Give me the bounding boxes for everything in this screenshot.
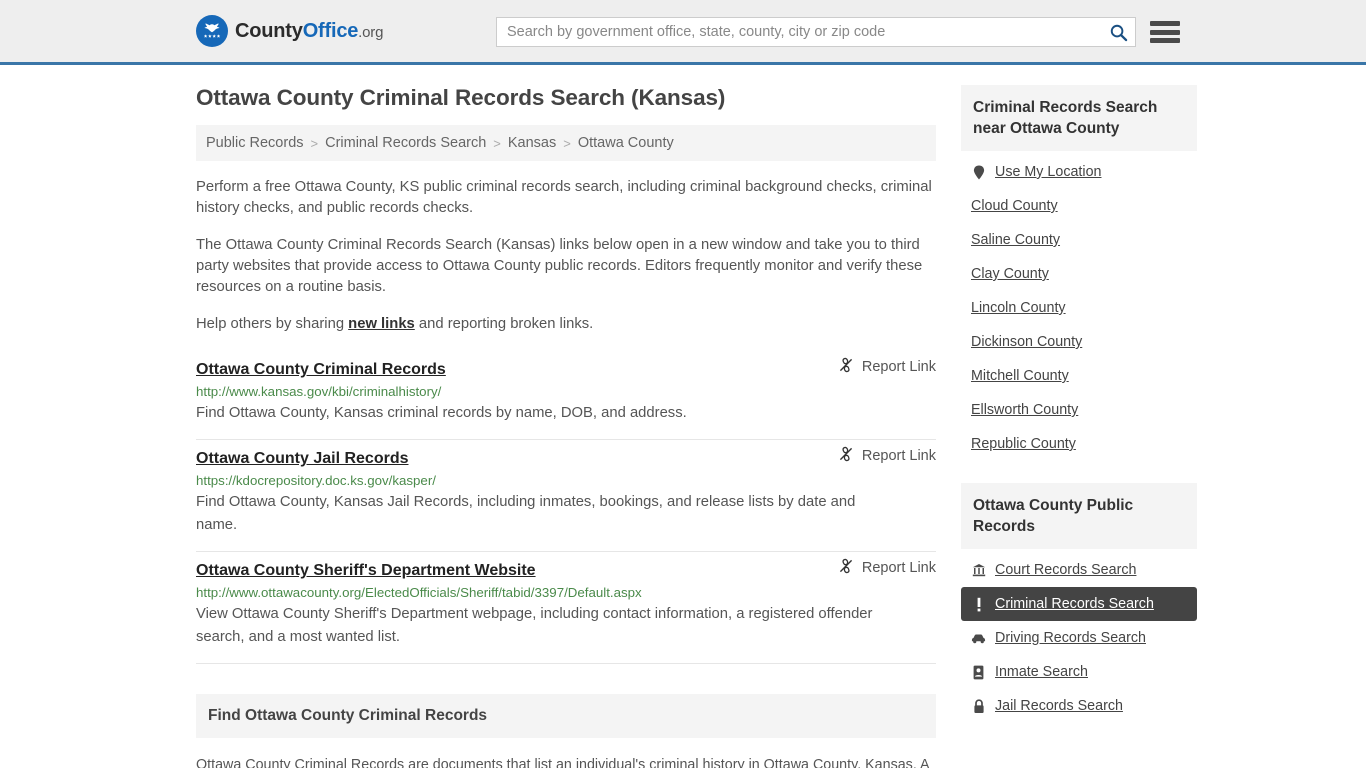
- sidebar-county-clay[interactable]: Clay County: [961, 257, 1197, 291]
- sidebar-item-criminal-records-search[interactable]: Criminal Records Search: [961, 587, 1197, 621]
- use-my-location-link[interactable]: Use My Location: [961, 155, 1197, 189]
- sidebar-public-records-heading: Ottawa County Public Records: [961, 483, 1197, 549]
- map-pin-icon: [971, 165, 986, 180]
- search-icon[interactable]: [1101, 18, 1135, 46]
- result-url: http://www.kansas.gov/kbi/criminalhistor…: [196, 384, 442, 399]
- menu-bar-2: [1150, 29, 1180, 35]
- logo-text-office: Office: [302, 19, 359, 42]
- result-url: https://kdocrepository.doc.ks.gov/kasper…: [196, 473, 436, 488]
- car-icon: [971, 633, 986, 644]
- page-title: Ottawa County Criminal Records Search (K…: [196, 85, 726, 110]
- result-title-link[interactable]: Ottawa County Jail Records: [196, 450, 409, 468]
- results-list: Ottawa County Criminal Records http://ww…: [196, 357, 936, 664]
- sidebar-county-saline[interactable]: Saline County: [961, 223, 1197, 257]
- hamburger-menu-icon[interactable]: [1148, 18, 1182, 46]
- result-description: Find Ottawa County, Kansas criminal reco…: [196, 405, 687, 421]
- sidebar-county-cloud[interactable]: Cloud County: [961, 189, 1197, 223]
- breadcrumb-separator: >: [563, 135, 571, 151]
- sidebar-public-records-links: Court Records Search Criminal Records Se…: [961, 549, 1197, 723]
- eagle-seal-icon: [196, 15, 228, 47]
- breadcrumb-separator: >: [493, 135, 501, 151]
- sidebar-item-court-records-search[interactable]: Court Records Search: [961, 553, 1197, 587]
- intro-paragraph-2: The Ottawa County Criminal Records Searc…: [196, 237, 923, 295]
- share-text-before: Help others by sharing: [196, 316, 349, 332]
- unlink-icon: [838, 357, 854, 377]
- logo-text-tld: .org: [358, 23, 384, 41]
- main-column: Ottawa County Criminal Records Search (K…: [196, 85, 936, 768]
- lock-icon: [971, 698, 986, 714]
- sidebar-item-label: Criminal Records Search: [995, 596, 1154, 612]
- sidebar-nearby-heading: Criminal Records Search near Ottawa Coun…: [961, 85, 1197, 151]
- result-item: Ottawa County Sheriff's Department Websi…: [196, 552, 936, 664]
- report-link-label: Report Link: [861, 359, 936, 375]
- sidebar-county-dickinson[interactable]: Dickinson County: [961, 325, 1197, 359]
- sidebar-nearby-links: Use My Location Cloud County Saline Coun…: [961, 151, 1197, 461]
- sidebar-item-label: Driving Records Search: [995, 630, 1146, 646]
- breadcrumb: Public Records > Criminal Records Search…: [196, 125, 936, 161]
- menu-bar-3: [1150, 38, 1180, 43]
- result-item: Ottawa County Criminal Records http://ww…: [196, 357, 936, 440]
- search-bar[interactable]: [496, 17, 1136, 47]
- site-logo-text: CountyOffice.org: [235, 20, 383, 43]
- id-card-icon: [971, 665, 986, 680]
- site-logo[interactable]: CountyOffice.org: [196, 15, 383, 47]
- result-title-link[interactable]: Ottawa County Sheriff's Department Websi…: [196, 562, 536, 580]
- page-body: Ottawa County Criminal Records Search (K…: [0, 65, 1366, 768]
- sidebar-county-mitchell[interactable]: Mitchell County: [961, 359, 1197, 393]
- search-input[interactable]: [497, 18, 1101, 46]
- unlink-icon: [838, 558, 854, 578]
- breadcrumb-item-criminal-records-search[interactable]: Criminal Records Search: [325, 135, 486, 151]
- intro-paragraph-1: Perform a free Ottawa County, KS public …: [196, 179, 932, 216]
- find-records-section-body: Ottawa County Criminal Records are docum…: [196, 757, 929, 768]
- sidebar-item-label: Jail Records Search: [995, 698, 1123, 714]
- report-link-button[interactable]: Report Link: [838, 446, 936, 466]
- menu-bar-1: [1150, 21, 1180, 26]
- new-links-link[interactable]: new links: [348, 316, 415, 332]
- sidebar-county-lincoln[interactable]: Lincoln County: [961, 291, 1197, 325]
- sidebar: Criminal Records Search near Ottawa Coun…: [961, 85, 1197, 768]
- breadcrumb-item-kansas[interactable]: Kansas: [508, 135, 556, 151]
- report-link-button[interactable]: Report Link: [838, 558, 936, 578]
- report-link-label: Report Link: [861, 448, 936, 464]
- logo-text-county: County: [235, 19, 303, 42]
- breadcrumb-item-ottawa-county[interactable]: Ottawa County: [578, 135, 674, 151]
- sidebar-item-inmate-search[interactable]: Inmate Search: [961, 655, 1197, 689]
- unlink-icon: [838, 446, 854, 466]
- result-item: Ottawa County Jail Records https://kdocr…: [196, 440, 936, 552]
- share-links-paragraph: Help others by sharing new links and rep…: [196, 314, 936, 335]
- report-link-label: Report Link: [861, 560, 936, 576]
- sidebar-public-records-box: Ottawa County Public Records Court Recor…: [961, 483, 1197, 723]
- site-header: CountyOffice.org: [0, 0, 1366, 65]
- breadcrumb-item-public-records[interactable]: Public Records: [206, 135, 304, 151]
- result-description: Find Ottawa County, Kansas Jail Records,…: [196, 494, 856, 533]
- sidebar-item-label: Court Records Search: [995, 562, 1137, 578]
- report-link-button[interactable]: Report Link: [838, 357, 936, 377]
- use-my-location-label: Use My Location: [995, 164, 1102, 180]
- breadcrumb-separator: >: [310, 135, 319, 151]
- exclamation-icon: [971, 597, 986, 612]
- sidebar-item-driving-records-search[interactable]: Driving Records Search: [961, 621, 1197, 655]
- result-description: View Ottawa County Sheriff's Department …: [196, 606, 873, 645]
- sidebar-item-jail-records-search[interactable]: Jail Records Search: [961, 689, 1197, 723]
- result-title-link[interactable]: Ottawa County Criminal Records: [196, 361, 446, 379]
- sidebar-county-republic[interactable]: Republic County: [961, 427, 1197, 461]
- result-url: http://www.ottawacounty.org/ElectedOffic…: [196, 585, 642, 600]
- find-records-section-heading: Find Ottawa County Criminal Records: [196, 694, 936, 738]
- share-text-after: and reporting broken links.: [414, 316, 594, 332]
- sidebar-county-ellsworth[interactable]: Ellsworth County: [961, 393, 1197, 427]
- courthouse-icon: [971, 563, 986, 577]
- sidebar-item-label: Inmate Search: [995, 664, 1088, 680]
